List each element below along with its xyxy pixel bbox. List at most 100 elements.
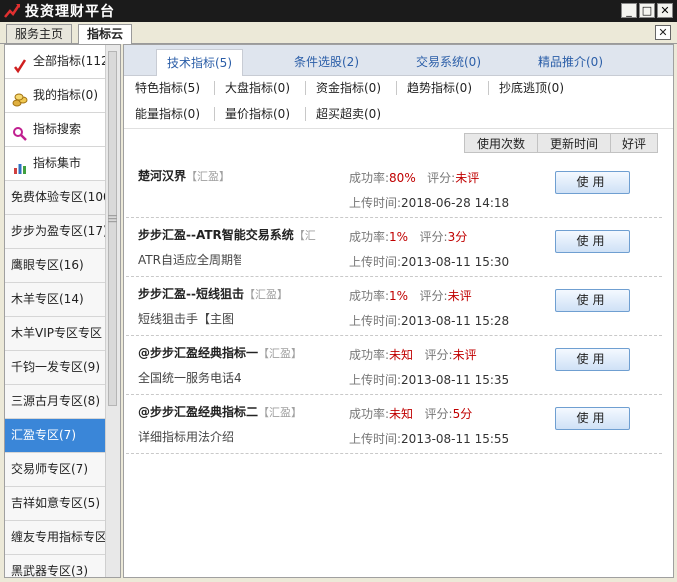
panel-close-icon[interactable]: ✕ [655, 25, 671, 40]
indicator-title: @步步汇盈经典指标一 [138, 346, 259, 360]
top-tab-strip: 服务主页 指标云 ✕ [0, 22, 677, 44]
indicator-stats: 成功率:未知 评分:未评 [349, 346, 477, 363]
coins-icon [12, 88, 28, 107]
rating-label: 评分: [424, 348, 453, 362]
tab-featured-picks[interactable]: 精品推介(0) [528, 49, 613, 75]
rating-label: 评分: [419, 230, 448, 244]
indicator-row: 步步汇盈--短线狙击【汇盈】 短线狙击手【主图 成功率:1% 评分:未评 上传时间:2… [124, 277, 673, 335]
sidebar-zone-item[interactable]: 汇盈专区(7) [5, 419, 120, 453]
indicator-author-tag: 【汇 [293, 229, 316, 242]
rating-label: 评分: [424, 407, 453, 421]
minimize-button[interactable]: _ [621, 3, 637, 18]
win-rate-value: 1% [389, 289, 409, 303]
tab-condition-stock-picking[interactable]: 条件选股(2) [284, 49, 369, 75]
sidebar-zone-item[interactable]: 千钧一发专区(9) [5, 351, 120, 385]
indicator-upload-time: 上传时间:2013-08-11 15:30 [349, 253, 509, 270]
sidebar-zone-item[interactable]: 免费体验专区(100 [5, 181, 120, 215]
subcat-overbought[interactable]: 超买超卖(0) [316, 105, 381, 123]
sidebar-item-label: 全部指标(112 [33, 54, 109, 68]
subcat-capital[interactable]: 资金指标(0) [316, 79, 381, 97]
win-rate-label: 成功率: [349, 289, 390, 303]
tab-trading-system[interactable]: 交易系统(0) [406, 49, 491, 75]
sort-by-update-button[interactable]: 更新时间 [537, 133, 611, 153]
rating-value: 未评 [447, 289, 472, 303]
indicator-author-tag: 【汇盈】 [258, 347, 303, 360]
sidebar-item[interactable]: 指标集市 [5, 147, 120, 181]
sidebar-item[interactable]: 我的指标(0) [5, 79, 120, 113]
indicator-upload-time: 上传时间:2013-08-11 15:55 [349, 430, 509, 447]
use-button[interactable]: 使用 [555, 230, 630, 253]
subcat-trend[interactable]: 趋势指标(0) [407, 79, 472, 97]
sidebar-zone-item[interactable]: 缠友专用指标专区 [5, 521, 120, 555]
sidebar-zone-item[interactable]: 木羊专区(14) [5, 283, 120, 317]
tab-indicator-cloud[interactable]: 指标云 [78, 24, 133, 44]
sidebar-zone-item[interactable]: 步步为盈专区(17) [5, 215, 120, 249]
sidebar-scrollbar[interactable]: — — — [105, 45, 120, 577]
indicator-title: @步步汇盈经典指标二 [138, 405, 259, 419]
scrollbar-thumb[interactable] [108, 51, 117, 406]
indicator-author-tag: 【汇盈】 [258, 406, 303, 419]
bar-chart-icon [12, 156, 28, 174]
search-icon [12, 122, 28, 141]
row-divider [126, 453, 662, 454]
indicator-name[interactable]: 楚河汉界【汇盈】 [138, 167, 324, 184]
indicator-stats: 成功率:80% 评分:未评 [349, 169, 479, 186]
sidebar-item[interactable]: 指标搜索 [5, 113, 120, 147]
maximize-button[interactable]: □ [639, 3, 655, 18]
rating-label: 评分: [419, 289, 448, 303]
sidebar-list: 全部指标(112 我的指标(0) 指标搜索 指标集市 免费体验专区(100 步步为盈专区(… [5, 45, 120, 577]
indicator-upload-time: 上传时间:2013-08-11 15:35 [349, 371, 509, 388]
upload-time-label: 上传时间: [349, 314, 402, 328]
use-button[interactable]: 使用 [555, 348, 630, 371]
indicator-name[interactable]: @步步汇盈经典指标一【汇盈】 [138, 344, 324, 361]
subcat-market[interactable]: 大盘指标(0) [225, 79, 290, 97]
win-rate-label: 成功率: [349, 171, 390, 185]
subcat-volume-price[interactable]: 量价指标(0) [225, 105, 290, 123]
indicator-title: 步步汇盈--ATR智能交易系统 [138, 228, 294, 242]
sidebar-zone-item[interactable]: 交易师专区(7) [5, 453, 120, 487]
indicator-description: 短线狙击手【主图 [138, 312, 235, 326]
indicator-name[interactable]: 步步汇盈--短线狙击【汇盈】 [138, 285, 324, 302]
win-rate-value: 80% [389, 171, 416, 185]
close-button[interactable]: ✕ [657, 3, 673, 18]
window-title: 投资理财平台 [25, 4, 115, 20]
rating-value: 未评 [452, 348, 477, 362]
indicator-title: 楚河汉界 [138, 169, 187, 183]
main-panel: 技术指标(5) 条件选股(2) 交易系统(0) 精品推介(0) 特色指标(5) … [123, 44, 674, 578]
divider [305, 107, 306, 121]
use-button[interactable]: 使用 [555, 289, 630, 312]
upload-time-label: 上传时间: [349, 255, 402, 269]
indicator-name[interactable]: 步步汇盈--ATR智能交易系统【汇 [138, 226, 324, 243]
subcat-featured[interactable]: 特色指标(5) [135, 79, 200, 97]
scrollbar-grip-icon: — — — [108, 211, 117, 227]
rating-value: 5分 [452, 407, 473, 421]
tab-service-home[interactable]: 服务主页 [6, 24, 73, 43]
win-rate-value: 1% [389, 230, 409, 244]
subcat-bottom-top[interactable]: 抄底逃顶(0) [499, 79, 564, 97]
upload-time-value: 2013-08-11 15:55 [401, 432, 510, 446]
divider [305, 81, 306, 95]
sort-by-rating-button[interactable]: 好评 [610, 133, 658, 153]
sort-by-usage-button[interactable]: 使用次数 [464, 133, 538, 153]
sidebar-item[interactable]: 全部指标(112 [5, 45, 120, 79]
sidebar-zone-item[interactable]: 三源古月专区(8) [5, 385, 120, 419]
win-rate-value: 未知 [389, 348, 414, 362]
subcat-energy[interactable]: 能量指标(0) [135, 105, 200, 123]
sidebar-zone-item[interactable]: 吉祥如意专区(5) [5, 487, 120, 521]
rating-value: 3分 [447, 230, 468, 244]
upload-time-value: 2013-08-11 15:30 [401, 255, 510, 269]
use-button[interactable]: 使用 [555, 407, 630, 430]
tab-technical-indicators[interactable]: 技术指标(5) [156, 49, 243, 76]
indicator-description: 全国统一服务电话4 [138, 371, 241, 385]
upload-time-value: 2013-08-11 15:35 [401, 373, 510, 387]
use-button[interactable]: 使用 [555, 171, 630, 194]
indicator-author-tag: 【汇盈】 [186, 170, 231, 183]
indicator-stats: 成功率:未知 评分:5分 [349, 405, 472, 422]
sidebar-zone-item[interactable]: 鹰眼专区(16) [5, 249, 120, 283]
sidebar-zone-item[interactable]: 木羊VIP专区专区 [5, 317, 120, 351]
divider [488, 81, 489, 95]
indicator-name[interactable]: @步步汇盈经典指标二【汇盈】 [138, 403, 324, 420]
win-rate-label: 成功率: [349, 230, 390, 244]
sidebar-zone-item[interactable]: 黑武器专区(3) [5, 555, 120, 577]
rating-value: 未评 [455, 171, 480, 185]
